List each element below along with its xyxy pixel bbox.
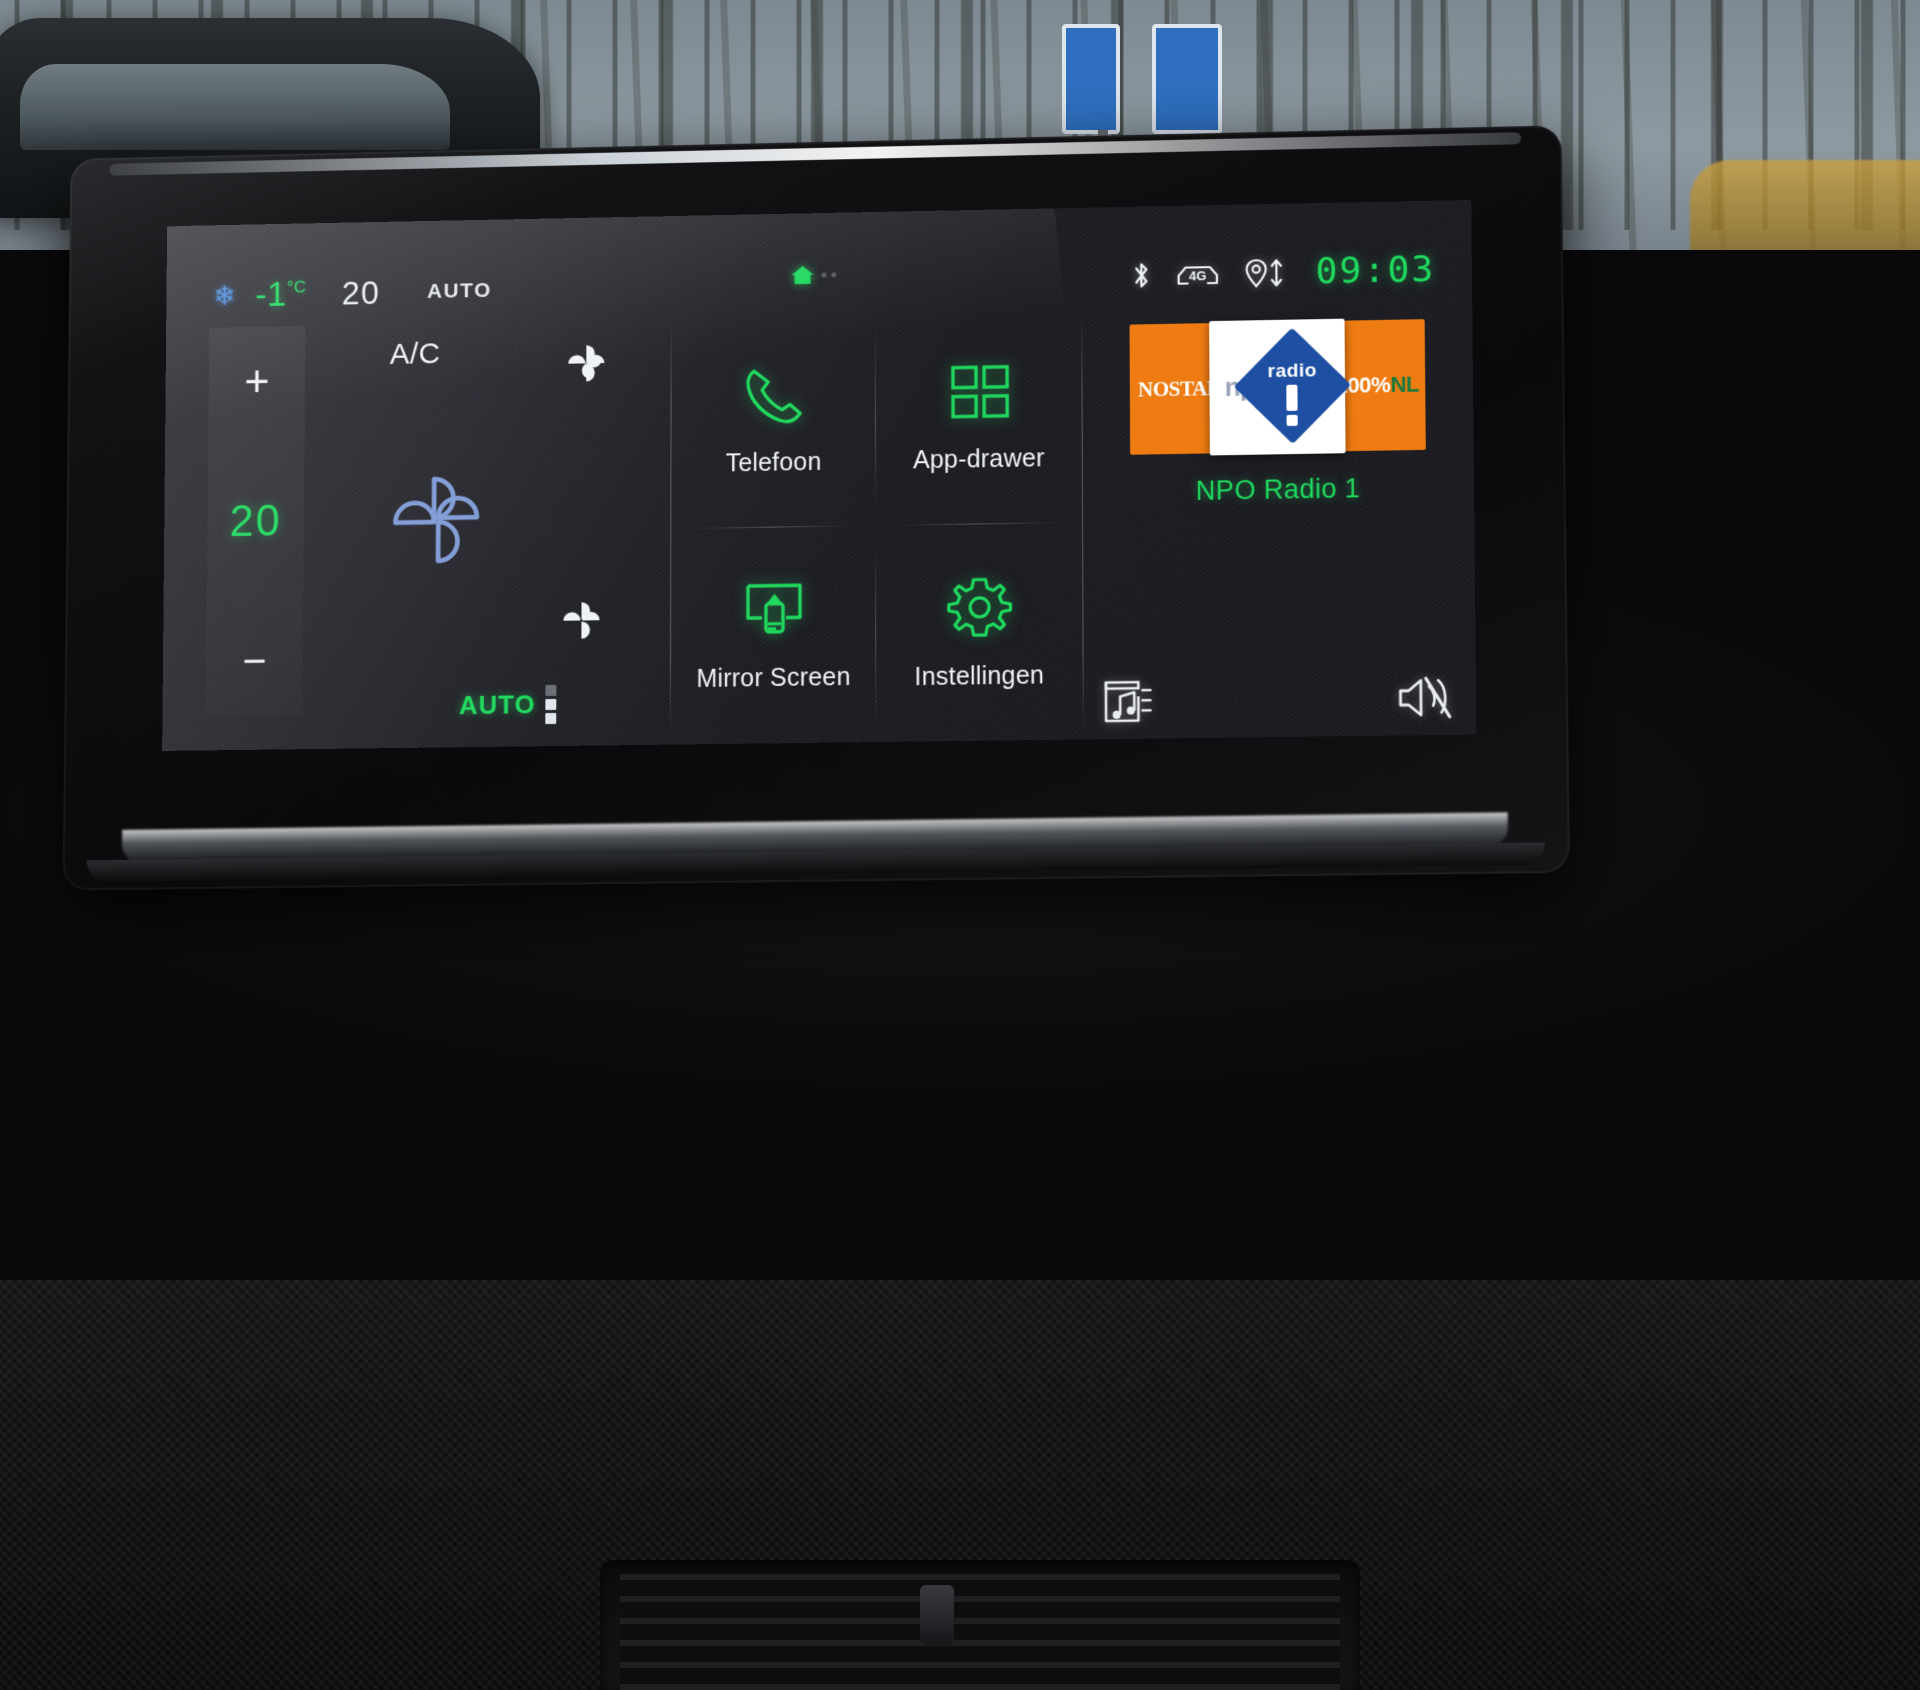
tile-instellingen[interactable]: Instellingen xyxy=(876,523,1083,742)
music-note-icon[interactable] xyxy=(1100,676,1155,727)
home-indicator[interactable] xyxy=(790,262,837,287)
npo-bang-dot xyxy=(1287,415,1298,426)
fan-level-indicator xyxy=(545,685,556,724)
status-bar-right: 4G 09:03 xyxy=(1130,249,1436,296)
location-updown-icon xyxy=(1243,256,1288,289)
npo-logo-tile: npo radio xyxy=(1209,319,1345,456)
gear-icon xyxy=(944,573,1015,642)
grid-apps-icon xyxy=(944,359,1012,426)
status-auto-label: AUTO xyxy=(427,279,492,304)
main-content: + 20 − A/C xyxy=(162,300,1476,751)
tile-label: App-drawer xyxy=(913,444,1045,475)
tile-telefoon[interactable]: Telefoon xyxy=(671,311,876,529)
ac-button[interactable]: A/C xyxy=(390,337,441,372)
status-setpoint: 20 xyxy=(342,274,380,312)
vent-knob[interactable] xyxy=(920,1585,954,1645)
vent-slats xyxy=(620,1574,1340,1690)
temperature-decrease-button[interactable]: − xyxy=(242,640,267,682)
infotainment-screen[interactable]: ❄ -1°C 20 AUTO 4G xyxy=(162,200,1476,751)
car-window xyxy=(20,64,450,150)
auto-fan-control[interactable]: AUTO xyxy=(459,685,557,725)
phone-icon xyxy=(738,362,810,429)
temperature-control-column: + 20 − xyxy=(206,326,306,717)
road-sign-right xyxy=(1152,24,1222,134)
tile-label: Telefoon xyxy=(726,448,822,479)
fan-direction-upper-button[interactable] xyxy=(563,340,609,391)
status-bar-left: ❄ -1°C 20 AUTO xyxy=(166,271,492,317)
function-tile-grid: Telefoon App-drawer xyxy=(671,308,1083,745)
tile-app-drawer[interactable]: App-drawer xyxy=(876,308,1082,527)
snowflake-icon: ❄ xyxy=(213,282,235,309)
auto-fan-label: AUTO xyxy=(459,689,536,721)
fan-icon xyxy=(559,597,605,644)
npo-bang-stem xyxy=(1286,385,1297,411)
fan-icon xyxy=(563,340,609,386)
page-dots xyxy=(821,272,836,277)
air-vent xyxy=(600,1560,1360,1690)
road-sign-left xyxy=(1062,24,1120,134)
home-icon xyxy=(790,263,816,287)
climate-panel: A/C xyxy=(302,315,671,749)
outside-temperature: -1°C xyxy=(255,275,307,315)
temp-unit: °C xyxy=(287,278,307,297)
4g-car-icon: 4G xyxy=(1174,258,1221,289)
tile-mirror-screen[interactable]: Mirror Screen xyxy=(671,526,876,745)
fan-speed-main-icon[interactable] xyxy=(384,467,487,577)
speaker-muted-icon[interactable] xyxy=(1394,672,1454,724)
fan-icon xyxy=(384,467,487,572)
temperature-value: 20 xyxy=(229,497,281,547)
clock: 09:03 xyxy=(1315,249,1435,292)
screen-mirroring-icon xyxy=(737,577,809,644)
artwork-right-accent: NL xyxy=(1390,371,1419,397)
media-controls xyxy=(1100,672,1454,727)
fan-direction-lower-button[interactable] xyxy=(558,597,604,649)
station-name: NPO Radio 1 xyxy=(1196,473,1361,507)
tile-label: Mirror Screen xyxy=(696,663,850,694)
bluetooth-icon xyxy=(1130,259,1152,291)
temperature-increase-button[interactable]: + xyxy=(244,360,270,404)
media-panel: NOSTALGIE 100%NL npo radio NP xyxy=(1082,300,1476,739)
npo-radio-text: radio xyxy=(1261,360,1324,383)
svg-text:4G: 4G xyxy=(1189,268,1207,283)
npo-logo: npo radio xyxy=(1216,326,1338,449)
station-artwork[interactable]: NOSTALGIE 100%NL npo radio xyxy=(1130,319,1426,455)
tile-label: Instellingen xyxy=(914,661,1044,692)
